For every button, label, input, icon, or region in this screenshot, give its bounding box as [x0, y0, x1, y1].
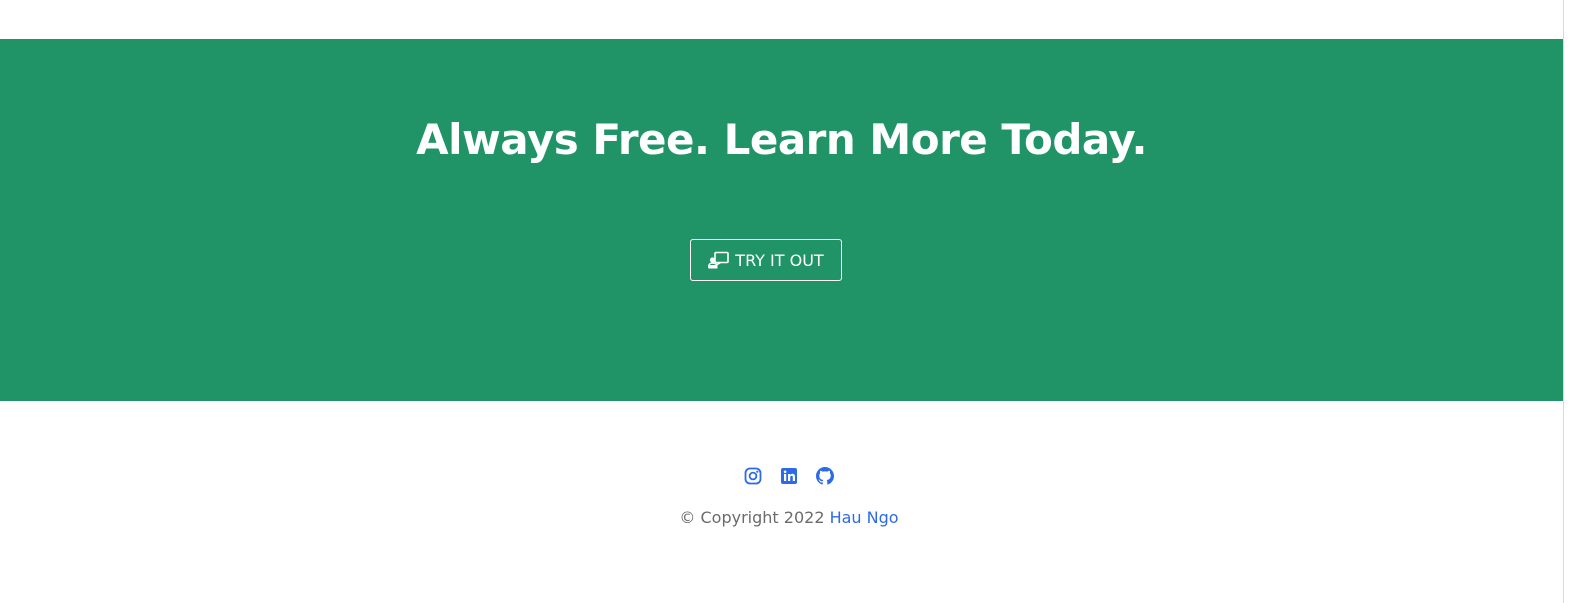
presentation-icon	[708, 251, 730, 269]
linkedin-icon	[781, 468, 797, 484]
instagram-icon	[744, 467, 762, 485]
try-it-out-button[interactable]: TRY IT OUT	[690, 239, 842, 281]
linkedin-link[interactable]	[780, 467, 798, 485]
footer: © Copyright 2022 Hau Ngo	[0, 401, 1563, 603]
try-it-out-label: TRY IT OUT	[735, 250, 824, 270]
cta-heading: Always Free. Learn More Today.	[416, 115, 1147, 164]
scrollbar[interactable]	[1563, 0, 1587, 603]
cta-banner	[0, 39, 1563, 401]
copyright-text: © Copyright 2022	[679, 508, 825, 527]
github-link[interactable]	[816, 467, 834, 485]
copyright: © Copyright 2022 Hau Ngo	[0, 508, 1563, 527]
github-icon	[816, 467, 834, 485]
previous-section-bottom	[0, 0, 1563, 39]
instagram-link[interactable]	[744, 467, 762, 485]
author-link[interactable]: Hau Ngo	[830, 508, 899, 527]
social-links	[0, 467, 1563, 485]
